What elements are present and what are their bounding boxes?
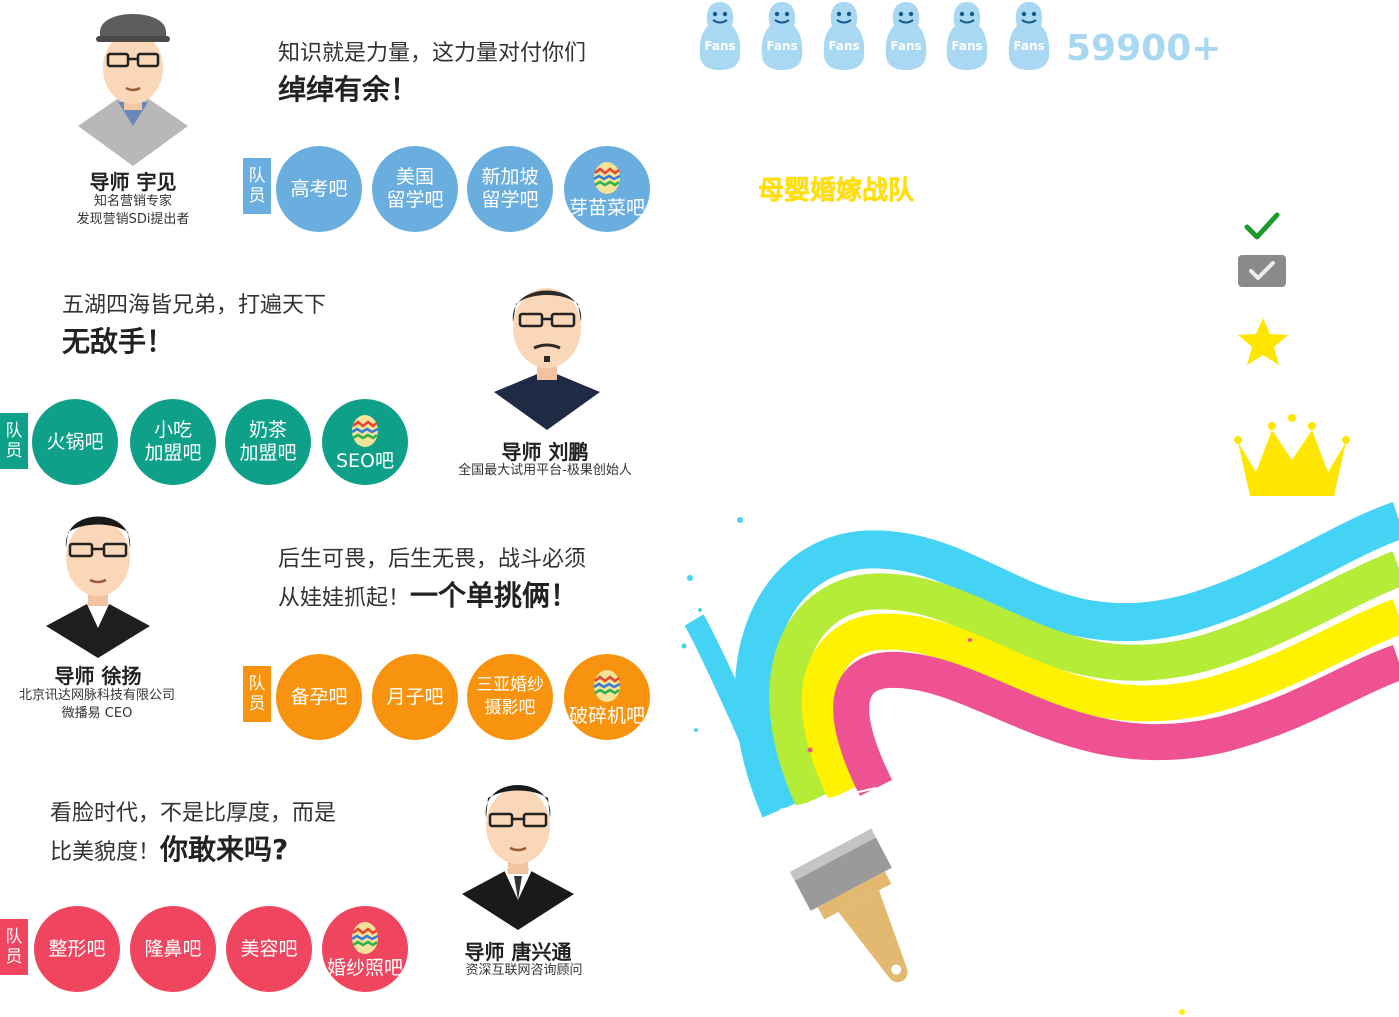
- member-label: 整形吧: [48, 937, 106, 960]
- fans-count: 59900+: [1066, 28, 1222, 69]
- member-label: SEO吧: [335, 449, 395, 472]
- crown-icon[interactable]: [1234, 414, 1350, 498]
- slogan-line: 从娃娃抓起！: [278, 586, 411, 611]
- fans-mascot-icon: Fans: [885, 2, 927, 70]
- svg-text:Fans: Fans: [951, 39, 982, 53]
- star-icon[interactable]: [1236, 316, 1290, 368]
- slogan-line: 比美貌度！: [50, 840, 161, 865]
- member-button[interactable]: 美国 留学吧: [372, 146, 458, 232]
- mentor-desc: 资深互联网咨询顾问: [440, 962, 608, 980]
- svg-text:Fans: Fans: [766, 39, 797, 53]
- member-label: 新加坡 留学吧: [481, 166, 539, 211]
- mentor-desc: 知名营销专家 发现营销SDi提出者: [58, 193, 208, 229]
- mentor-name: 导师 徐扬: [54, 664, 142, 688]
- checkbox-icon[interactable]: [1237, 254, 1287, 288]
- member-button[interactable]: 整形吧: [34, 906, 120, 992]
- fans-mascot-icon: Fans: [946, 2, 988, 70]
- member-label: 备孕吧: [290, 685, 348, 708]
- mentor-desc-line: 北京讯达网脉科技有限公司: [18, 688, 175, 703]
- mentor-desc-line: 发现营销SDi提出者: [76, 212, 190, 227]
- slogan-bold: 一个单挑俩！: [410, 579, 579, 612]
- mentor-name: 导师 刘鹏: [501, 440, 589, 464]
- member-label: 高考吧: [290, 177, 348, 200]
- member-label: 破碎机吧: [568, 704, 645, 727]
- member-button[interactable]: 新加坡 留学吧: [467, 146, 553, 232]
- mentor-name: 导师 宇见: [89, 170, 177, 194]
- svg-text:Fans: Fans: [828, 39, 859, 53]
- team-label: 队员: [0, 919, 28, 975]
- member-button[interactable]: 高考吧: [276, 146, 362, 232]
- member-label: 三亚婚纱 摄影吧: [476, 675, 544, 718]
- easter-egg-icon: [593, 161, 621, 194]
- mentor-slogan: 看脸时代，不是比厚度，而是 比美貌度！你敢来吗?: [50, 796, 336, 871]
- member-label: 芽苗菜吧: [568, 196, 645, 219]
- svg-text:Fans: Fans: [1013, 39, 1044, 53]
- member-button[interactable]: 小吃 加盟吧: [130, 399, 216, 485]
- mentor-desc: 全国最大试用平台-极果创始人: [440, 462, 650, 480]
- member-button[interactable]: 芽苗菜吧: [564, 146, 650, 232]
- slogan-line: 五湖四海皆兄弟，打遍天下: [62, 293, 327, 318]
- member-button[interactable]: SEO吧: [322, 399, 408, 485]
- mentor-name: 导师 唐兴通: [464, 940, 572, 964]
- slogan-bold: 无敌手！: [62, 325, 175, 358]
- member-button[interactable]: 三亚婚纱 摄影吧: [467, 654, 553, 740]
- svg-text:Fans: Fans: [890, 39, 921, 53]
- team-label: 队员: [243, 158, 271, 214]
- slogan-bold: 绰绰有余！: [278, 73, 419, 106]
- fans-mascot-icon: Fans: [761, 2, 803, 70]
- member-label: 小吃 加盟吧: [144, 419, 202, 464]
- slogan-line: 知识就是力量，这力量对付你们: [278, 41, 587, 66]
- member-button[interactable]: 火锅吧: [32, 399, 118, 485]
- mentor-slogan: 知识就是力量，这力量对付你们 绰绰有余！: [278, 36, 586, 111]
- member-button[interactable]: 奶茶 加盟吧: [225, 399, 311, 485]
- easter-egg-icon: [351, 414, 379, 447]
- member-button[interactable]: 月子吧: [372, 654, 458, 740]
- member-label: 隆鼻吧: [144, 937, 202, 960]
- team-title: 母婴婚嫁战队: [758, 176, 915, 206]
- slogan-line: 后生可畏，后生无畏，战斗必须: [278, 547, 587, 572]
- member-label: 婚纱照吧: [326, 956, 403, 979]
- member-button[interactable]: 破碎机吧: [564, 654, 650, 740]
- mentor-avatar: [494, 288, 600, 430]
- slogan-bold: 你敢来吗?: [160, 833, 289, 866]
- member-label: 奶茶 加盟吧: [239, 419, 297, 464]
- easter-egg-icon: [351, 921, 379, 954]
- fans-mascot-icon: Fans: [823, 2, 865, 70]
- rainbow-brush-illustration: [681, 502, 1399, 1015]
- mentor-desc-line: 微播易 CEO: [61, 706, 133, 721]
- mentor-desc-line: 全国最大试用平台-极果创始人: [458, 463, 632, 478]
- team-label: 队员: [243, 666, 271, 722]
- mentor-desc: 北京讯达网脉科技有限公司 微播易 CEO: [4, 687, 190, 723]
- member-label: 月子吧: [386, 685, 444, 708]
- fans-mascot-icon: Fans: [1008, 2, 1050, 70]
- easter-egg-icon: [593, 669, 621, 702]
- fans-mascot-icon: Fans: [699, 2, 741, 70]
- mentor-desc-line: 资深互联网咨询顾问: [465, 963, 583, 978]
- mentor-slogan: 五湖四海皆兄弟，打遍天下 无敌手！: [62, 288, 326, 363]
- mentor-avatar: [46, 516, 150, 658]
- member-button[interactable]: 备孕吧: [276, 654, 362, 740]
- slogan-line: 看脸时代，不是比厚度，而是: [50, 801, 337, 826]
- team-label: 队员: [0, 413, 28, 469]
- mentor-desc-line: 知名营销专家: [93, 194, 172, 209]
- member-label: 美国 留学吧: [386, 166, 444, 211]
- member-label: 美容吧: [240, 937, 298, 960]
- member-button[interactable]: 婚纱照吧: [322, 906, 408, 992]
- svg-text:Fans: Fans: [704, 39, 735, 53]
- check-icon[interactable]: [1244, 210, 1280, 242]
- member-label: 火锅吧: [46, 430, 104, 453]
- mentor-avatar: [78, 14, 188, 166]
- member-button[interactable]: 隆鼻吧: [130, 906, 216, 992]
- mentor-slogan: 后生可畏，后生无畏，战斗必须 从娃娃抓起！一个单挑俩！: [278, 542, 586, 617]
- mentor-avatar: [462, 785, 574, 930]
- member-button[interactable]: 美容吧: [226, 906, 312, 992]
